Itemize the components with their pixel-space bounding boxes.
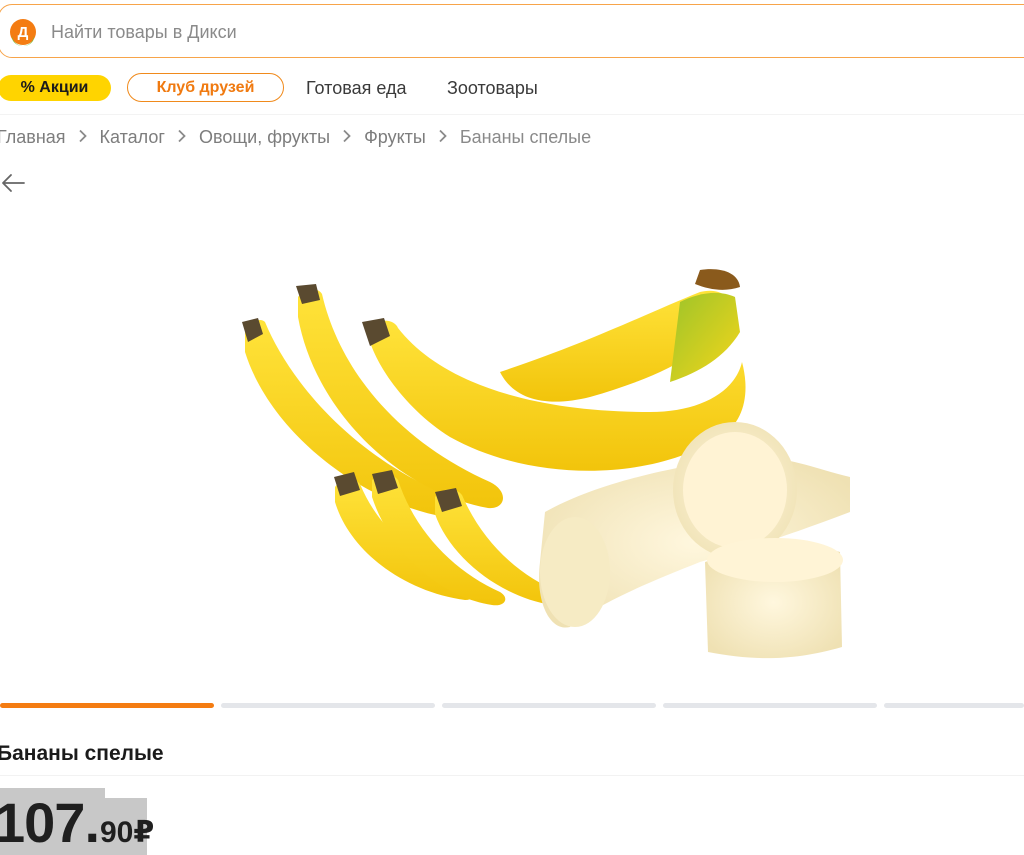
product-title: Бананы спелые	[0, 742, 164, 765]
chevron-right-icon	[426, 127, 460, 148]
nav-pet-goods[interactable]: Зоотовары	[447, 78, 538, 99]
breadcrumb: Главная Каталог Овощи, фрукты Фрукты Бананы …	[0, 127, 591, 149]
search-bar[interactable]: Д	[0, 4, 1024, 58]
gallery-indicator[interactable]	[221, 703, 435, 708]
gallery-indicator[interactable]	[442, 703, 656, 708]
price-integer: 107	[0, 791, 85, 854]
breadcrumb-current: Бананы спелые	[459, 127, 592, 147]
chevron-right-icon	[66, 127, 100, 148]
gallery-indicator[interactable]	[663, 703, 877, 708]
price-divider	[0, 775, 1024, 776]
currency-symbol: ₽	[133, 816, 155, 849]
product-page: Д % Акции Клуб друзей Готовая еда Зоотов…	[0, 0, 1024, 855]
header-divider	[0, 114, 1024, 115]
gallery-indicator[interactable]	[884, 703, 1024, 708]
chevron-right-icon	[165, 127, 199, 148]
breadcrumb-item-home[interactable]: Главная	[0, 127, 66, 147]
price-dot: .	[84, 791, 100, 854]
search-input[interactable]	[51, 21, 651, 43]
price-fraction: 90	[100, 816, 134, 849]
gallery-indicators	[0, 703, 1024, 708]
breadcrumb-item-catalog[interactable]: Каталог	[100, 127, 165, 147]
back-arrow-icon[interactable]	[0, 172, 28, 194]
friends-club-chip[interactable]: Клуб друзей	[127, 73, 284, 102]
product-image[interactable]	[230, 262, 860, 667]
promo-chip[interactable]: % Акции	[0, 75, 111, 101]
chevron-right-icon	[330, 127, 364, 148]
breadcrumb-item-vegetables-fruits[interactable]: Овощи, фрукты	[199, 127, 330, 147]
category-nav: % Акции Клуб друзей Готовая еда Зоотовар…	[0, 72, 1024, 104]
nav-ready-food[interactable]: Готовая еда	[306, 78, 406, 99]
product-price: 107. 90 ₽	[0, 790, 154, 855]
dixy-logo-icon[interactable]: Д	[9, 18, 37, 46]
breadcrumb-item-fruits[interactable]: Фрукты	[364, 127, 426, 147]
gallery-indicator[interactable]	[0, 703, 214, 708]
logo-letter: Д	[18, 24, 29, 41]
